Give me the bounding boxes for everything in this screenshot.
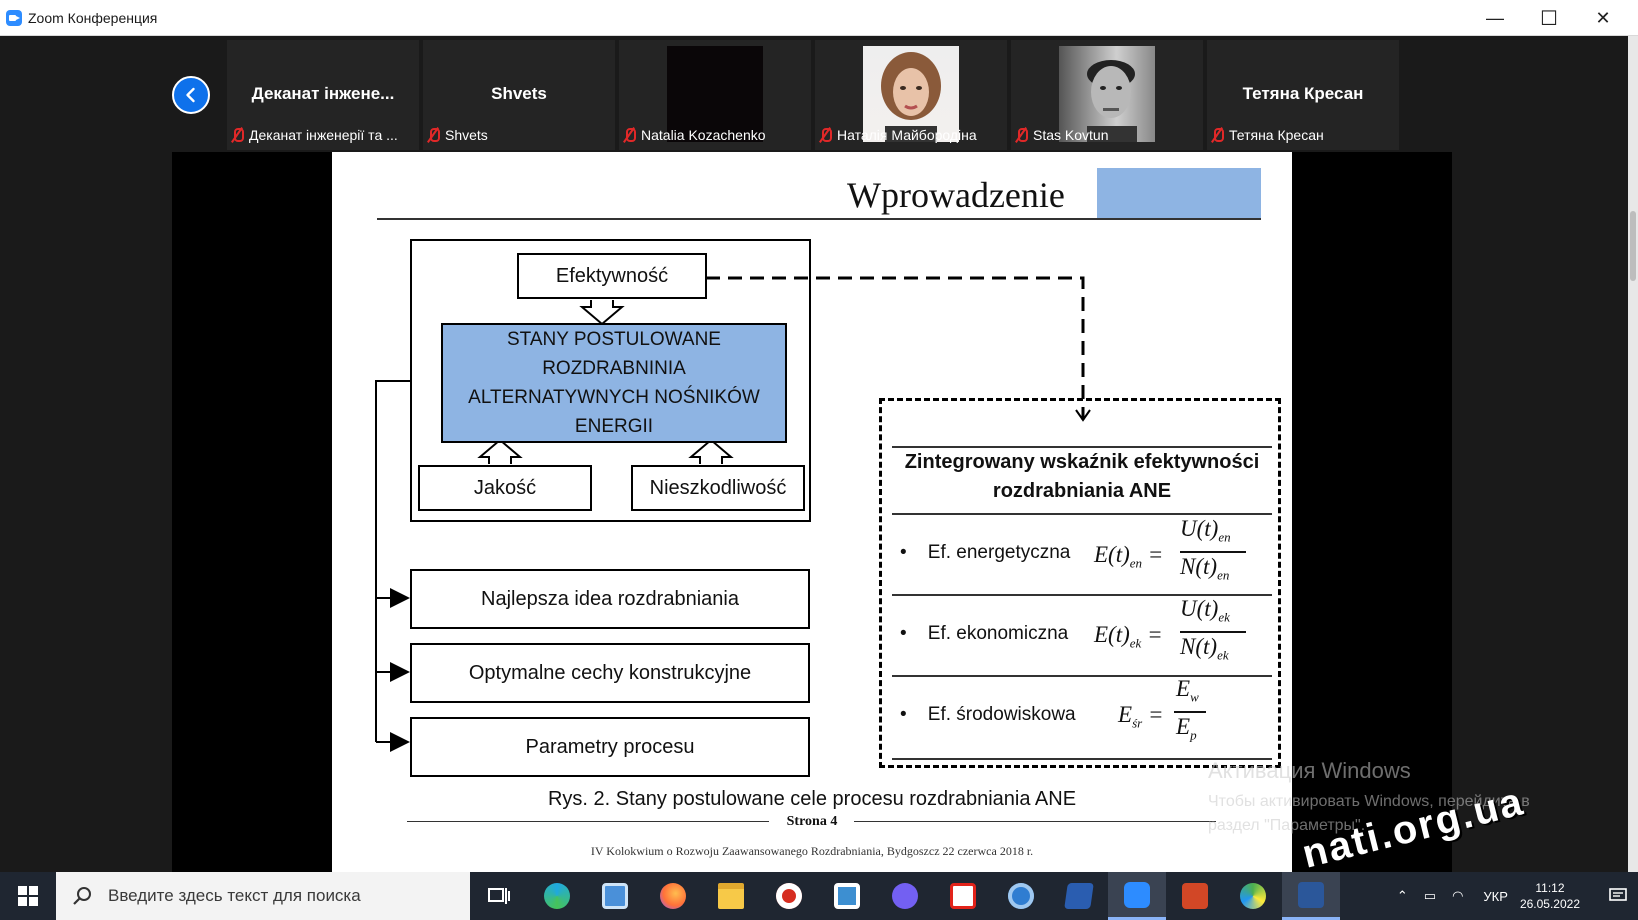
participant-name: Shvets: [491, 84, 547, 103]
task-view-icon[interactable]: [470, 872, 528, 920]
firefox-icon[interactable]: [644, 872, 702, 920]
powerpoint-icon[interactable]: [1166, 872, 1224, 920]
page-number: Strona 4: [786, 814, 838, 829]
viber-icon[interactable]: [876, 872, 934, 920]
remote-desktop-icon[interactable]: [586, 872, 644, 920]
efektywnosc-box: Efektywność: [517, 253, 707, 299]
clock[interactable]: 11:12 26.05.2022: [1520, 880, 1580, 912]
bullet-ekonomiczna: • Ef. ekonomiczna: [900, 623, 1069, 644]
title-bar: Zoom Конференция — ☐ ✕: [0, 0, 1638, 36]
scrollbar[interactable]: [1628, 36, 1638, 872]
participant-label: Деканат інженерії та ...: [231, 124, 398, 146]
mic-muted-icon: [427, 127, 440, 143]
mic-muted-icon: [623, 127, 636, 143]
participant-tile[interactable]: Наталія Майбородіна: [815, 40, 1007, 150]
battery-icon[interactable]: ▭: [1424, 888, 1436, 904]
minimize-button[interactable]: —: [1468, 0, 1522, 36]
participant-label: Тетяна Кресан: [1211, 124, 1324, 146]
system-tray: ⌃ ▭ ◠ УКР 11:12 26.05.2022: [1389, 872, 1638, 920]
participant-label: Наталія Майбородіна: [819, 124, 977, 146]
participant-label: Shvets: [427, 124, 488, 146]
close-button[interactable]: ✕: [1576, 0, 1630, 36]
maximize-button[interactable]: ☐: [1522, 0, 1576, 36]
chevron-up-icon[interactable]: ⌃: [1397, 888, 1408, 904]
browser-k-icon[interactable]: [992, 872, 1050, 920]
participant-tile[interactable]: Shvets Shvets: [423, 40, 615, 150]
paint-app-icon[interactable]: [1224, 872, 1282, 920]
bullet-energetyczna: • Ef. energetyczna: [900, 542, 1071, 563]
parametry-procesu-box: Parametry procesu: [410, 717, 810, 777]
participant-label: Stas Kovtun: [1015, 124, 1109, 146]
scroll-thumb[interactable]: [1630, 211, 1636, 281]
bullet-srodowiskowa: • Ef. środowiskowa: [900, 704, 1076, 725]
nieszkodliwosc-box: Nieszkodliwość: [631, 465, 805, 511]
language-indicator[interactable]: УКР: [1483, 889, 1508, 904]
mic-muted-icon: [819, 127, 832, 143]
optymalne-cechy-box: Optymalne cechy konstrukcyjne: [410, 643, 810, 703]
video-player-icon[interactable]: [760, 872, 818, 920]
figure-caption: Rys. 2. Stany postulowane cele procesu r…: [547, 788, 1077, 810]
search-icon: [73, 887, 91, 905]
windows-app-icon[interactable]: [818, 872, 876, 920]
file-explorer-icon[interactable]: [702, 872, 760, 920]
acrobat-icon[interactable]: [934, 872, 992, 920]
participant-tile[interactable]: Деканат інжене... Деканат інженерії та .…: [227, 40, 419, 150]
participant-name: Деканат інжене...: [251, 84, 395, 103]
mic-muted-icon: [1015, 127, 1028, 143]
windows-logo-icon: [18, 886, 38, 906]
window-title: Zoom Конференция: [28, 10, 158, 26]
taskbar-search[interactable]: [56, 872, 470, 920]
screen: Zoom Конференция — ☐ ✕ Деканат інжене...…: [0, 0, 1638, 920]
mic-muted-icon: [231, 127, 244, 143]
zoom-logo-icon: [6, 10, 22, 26]
stany-postulowane-box: STANY POSTULOWANE ROZDRABNINIA ALTERNATY…: [441, 323, 787, 443]
wifi-icon[interactable]: ◠: [1452, 888, 1463, 904]
start-button[interactable]: [0, 872, 56, 920]
screen-app-icon[interactable]: [1050, 872, 1108, 920]
najlepsza-idea-box: Najlepsza idea rozdrabniania: [410, 569, 810, 629]
participant-label: Natalia Kozachenko: [623, 124, 766, 146]
edge-icon[interactable]: [528, 872, 586, 920]
panel-rule: [892, 513, 1272, 515]
slide-footer: IV Kolokwium o Rozwoju Zaawansowanego Ro…: [590, 844, 1034, 858]
notification-icon[interactable]: [1598, 872, 1638, 920]
participant-name: Тетяна Кресан: [1242, 84, 1364, 103]
participant-tile[interactable]: Natalia Kozachenko: [619, 40, 811, 150]
panel-rule: [892, 675, 1272, 677]
search-input[interactable]: [108, 886, 448, 906]
zoom-taskbar-icon[interactable]: [1108, 872, 1166, 920]
jakosc-box: Jakość: [418, 465, 592, 511]
word-icon[interactable]: [1282, 872, 1340, 920]
mic-muted-icon: [1211, 127, 1224, 143]
presentation-slide: Wprowadzenie Efektywność STANY POSTULOWA…: [332, 152, 1292, 872]
previous-page-button[interactable]: [172, 76, 210, 114]
participant-tile[interactable]: Stas Kovtun: [1011, 40, 1203, 150]
chevron-left-icon: [186, 87, 195, 103]
taskbar: ⌃ ▭ ◠ УКР 11:12 26.05.2022: [0, 872, 1638, 920]
participant-tile[interactable]: Тетяна Кресан Тетяна Кресан: [1207, 40, 1399, 150]
panel-title: Zintegrowany wskaźnik efektywności rozdr…: [904, 451, 1260, 502]
